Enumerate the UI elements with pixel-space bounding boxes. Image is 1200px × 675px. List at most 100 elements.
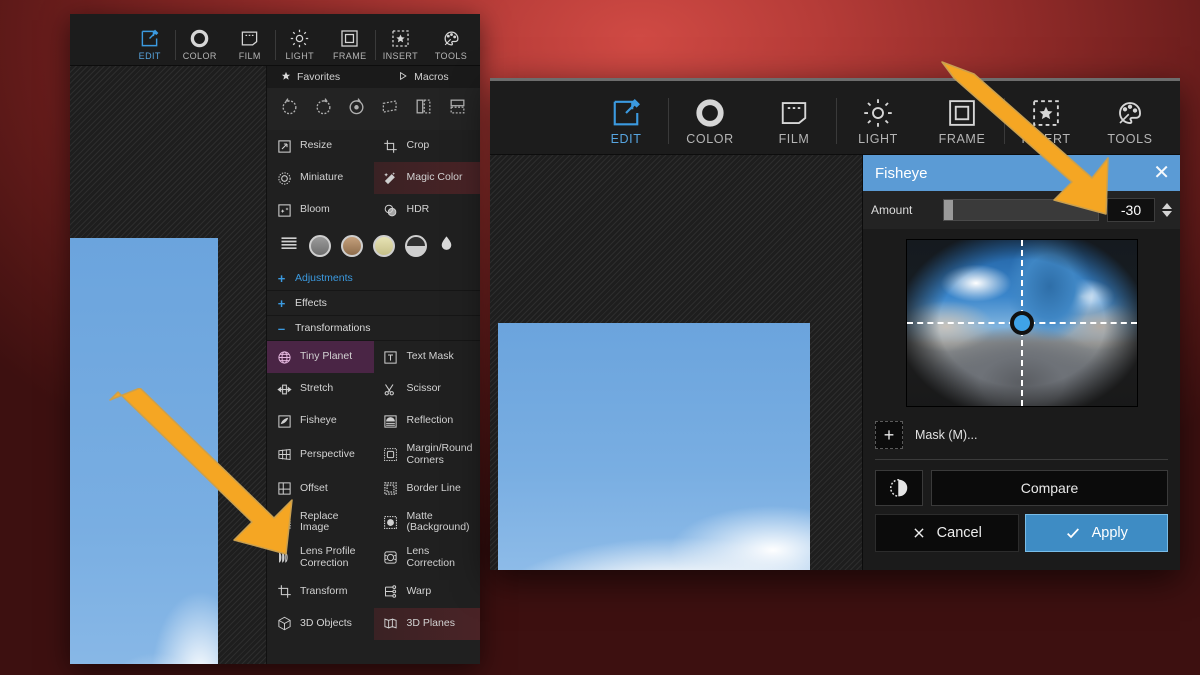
fisheye-preview-image[interactable] [905,239,1138,407]
close-icon[interactable]: ✕ [1153,163,1170,183]
menu-label: 3D Objects [300,616,352,629]
toolbar-item-frame[interactable]: FRAME [325,27,375,63]
quick-effects-grid[interactable]: Resize Crop Miniature Magic Color Bloom [267,130,480,226]
menu-item-offset[interactable]: Offset [267,473,374,505]
toolbar-item-light-front[interactable]: LIGHT [836,96,920,150]
stepper-down-icon[interactable] [1162,211,1172,217]
toolbar-item-edit-front[interactable]: EDIT [584,96,668,150]
perspective-skew-icon[interactable] [381,97,400,121]
menu-item-warp[interactable]: Warp [374,576,481,608]
crop-icon [382,137,400,155]
favorites-macros-row[interactable]: Favorites Macros [267,66,480,88]
mask-label[interactable]: Mask (M)... [915,428,978,442]
insert-star-icon [1031,96,1061,130]
canvas-back[interactable] [70,66,266,664]
menu-item-stretch[interactable]: Stretch [267,373,374,405]
rotate-right-icon[interactable] [314,97,333,121]
menu-item-border-line[interactable]: Border Line [374,473,481,505]
preset-list-icon[interactable] [279,234,299,259]
filter-presets-row[interactable] [267,226,480,266]
fisheye-icon [275,412,293,430]
dialog-actions[interactable]: Cancel Apply [863,512,1180,564]
preset-gray-circle[interactable] [309,235,331,257]
preset-drop-icon[interactable] [437,234,456,258]
menu-item-resize[interactable]: Resize [267,130,374,162]
transformations-grid[interactable]: Tiny Planet Text Mask Stretch Scissor Fi… [267,341,480,640]
preset-split-circle[interactable] [405,235,427,257]
menu-item-lens-profile-correction[interactable]: Lens Profile Correction [267,540,374,576]
amount-slider-knob[interactable] [944,200,953,220]
compare-row[interactable]: Compare [863,460,1180,512]
mask-row[interactable]: + Mask (M)... [863,415,1180,459]
amount-stepper[interactable] [1162,203,1172,217]
effects-sidebar[interactable]: Favorites Macros Resize Crop Miniature M… [266,66,480,664]
menu-item-replace-image[interactable]: Replace Image [267,505,374,541]
toolbar-item-insert[interactable]: INSERT [374,27,426,63]
toolbar-item-insert-front[interactable]: INSERT [1004,96,1088,150]
star-icon [281,71,291,84]
menu-item-perspective[interactable]: Perspective [267,437,374,473]
menu-item-magic-color[interactable]: Magic Color [373,162,480,194]
amount-value-field[interactable]: -30 [1107,198,1155,222]
sky-photo-back[interactable] [70,238,218,664]
menu-item-hdr[interactable]: HDR [374,194,481,226]
menu-label: Offset [300,481,328,494]
toolbar-item-light[interactable]: LIGHT [274,27,325,63]
rotate-left-icon[interactable] [280,97,299,121]
preset-sepia-circle[interactable] [341,235,363,257]
toolbar-item-tools[interactable]: TOOLS [426,27,476,63]
menu-item-fisheye[interactable]: Fisheye [267,405,374,437]
favorites-tab[interactable]: Favorites [267,71,384,84]
compare-button[interactable]: Compare [931,470,1168,506]
preview-center-handle[interactable] [1009,311,1034,335]
stepper-up-icon[interactable] [1162,203,1172,209]
fisheye-dialog[interactable]: Fisheye ✕ Amount -30 + Mask (M)... Compa… [862,155,1180,570]
canvas-front[interactable] [490,155,862,570]
amount-slider-row[interactable]: Amount -30 [863,191,1180,229]
flip-horizontal-icon[interactable] [414,97,433,121]
foreground-app-window[interactable]: EDIT COLOR FILM LIGHT FRAME INSERT TOOLS… [490,78,1180,570]
toolbar-item-film[interactable]: FILM [225,27,275,63]
tools-palette-icon [442,27,461,49]
menu-item-matte-background[interactable]: Matte (Background) [374,505,481,541]
toolbar-label-tools: TOOLS [1107,132,1153,146]
sky-photo-front[interactable] [498,323,810,570]
background-app-window[interactable]: EDIT COLOR FILM LIGHT FRAME INSERT TOOLS… [70,14,480,664]
toolbar-label-film: FILM [778,132,810,146]
toolbar-item-film-front[interactable]: FILM [752,96,836,150]
menu-item-transform[interactable]: Transform [267,576,374,608]
menu-item-crop[interactable]: Crop [374,130,481,162]
menu-item-scissor[interactable]: Scissor [374,373,481,405]
main-toolbar-front[interactable]: EDIT COLOR FILM LIGHT FRAME INSERT TOOLS [490,81,1180,155]
toolbar-item-frame-front[interactable]: FRAME [920,96,1004,150]
section-transformations[interactable]: – Transformations [267,316,480,341]
preset-cream-circle[interactable] [373,235,395,257]
amount-slider-track[interactable] [943,199,1099,221]
apply-button[interactable]: Apply [1024,514,1168,552]
toolbar-item-color[interactable]: COLOR [174,27,225,63]
menu-item-3d-objects[interactable]: 3D Objects [267,608,374,640]
section-adjustments[interactable]: + Adjustments [267,266,480,291]
menu-item-bloom[interactable]: Bloom [267,194,374,226]
split-compare-icon[interactable] [875,470,923,506]
rotate-flip-toolbar[interactable] [267,88,480,130]
menu-item-tiny-planet[interactable]: Tiny Planet [267,341,374,373]
flip-vertical-icon[interactable] [448,97,467,121]
edit-pencil-icon [611,96,641,130]
add-mask-button[interactable]: + [875,421,903,449]
toolbar-item-edit[interactable]: EDIT [125,27,175,63]
toolbar-item-tools-front[interactable]: TOOLS [1088,96,1172,150]
menu-item-margin-round-corners[interactable]: Margin/Round Corners [374,437,481,473]
menu-item-reflection[interactable]: Reflection [374,405,481,437]
menu-label: Tiny Planet [300,350,353,363]
menu-item-lens-correction[interactable]: Lens Correction [374,540,481,576]
menu-item-text-mask[interactable]: Text Mask [374,341,481,373]
macros-tab[interactable]: Macros [384,71,449,84]
cancel-button[interactable]: Cancel [875,514,1019,552]
toolbar-item-color-front[interactable]: COLOR [668,96,752,150]
rotate-free-icon[interactable] [347,97,366,121]
main-toolbar-back[interactable]: EDIT COLOR FILM LIGHT FRAME INSERT TOOLS [70,14,480,66]
menu-item-miniature[interactable]: Miniature [267,162,374,194]
section-effects[interactable]: + Effects [267,291,480,316]
menu-item-3d-planes[interactable]: 3D Planes [373,607,480,640]
